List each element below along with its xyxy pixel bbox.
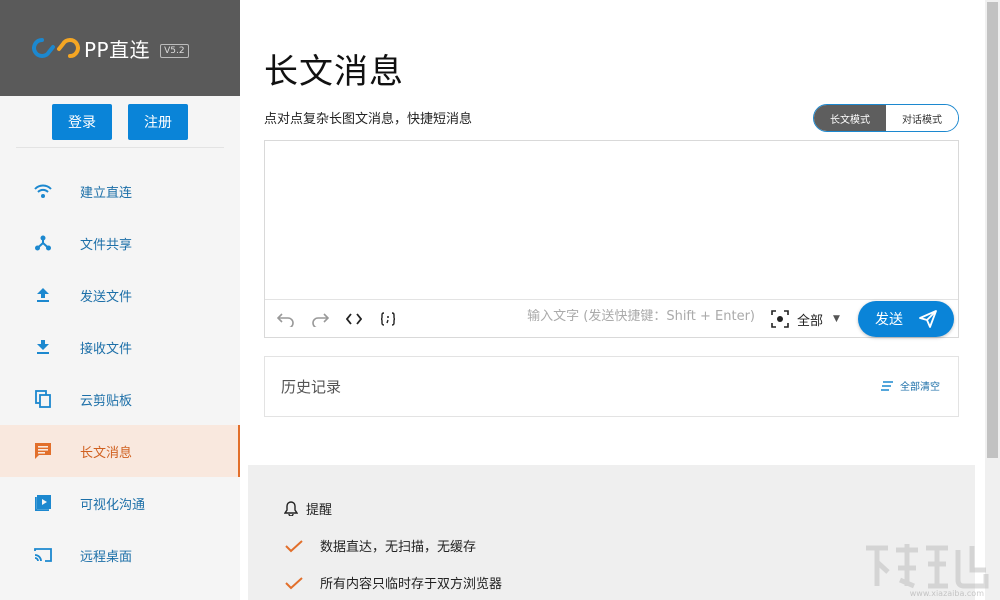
message-icon bbox=[34, 442, 52, 460]
version-badge: V5.2 bbox=[160, 44, 189, 58]
clear-list-icon bbox=[881, 380, 893, 391]
main-content: 长文消息 点对点复杂长图文消息，快捷短消息 长文模式 对话模式 全部 ▼ bbox=[240, 0, 985, 600]
copy-icon bbox=[34, 390, 52, 408]
sidebar-item-label: 远程桌面 bbox=[80, 549, 133, 565]
register-button[interactable]: 注册 bbox=[128, 104, 188, 140]
sidebar-item-receive-file[interactable]: 接收文件 bbox=[0, 321, 240, 373]
upload-icon bbox=[34, 286, 52, 304]
chat-mode-tab[interactable]: 对话模式 bbox=[886, 105, 958, 131]
notice-panel: 提醒 数据直达，无扫描，无缓存 所有内容只临时存于双方浏览器 bbox=[248, 465, 975, 600]
sidebar-item-send-file[interactable]: 发送文件 bbox=[0, 269, 240, 321]
video-icon bbox=[34, 494, 52, 512]
history-panel: 历史记录 全部清空 bbox=[264, 356, 959, 417]
share-nodes-icon bbox=[34, 234, 52, 252]
redo-icon[interactable] bbox=[303, 302, 337, 336]
send-label: 发送 bbox=[875, 311, 903, 327]
sidebar-item-file-share[interactable]: 文件共享 bbox=[0, 217, 240, 269]
scope-label: 全部 bbox=[797, 313, 824, 329]
sidebar-nav: 建立直连 文件共享 发送文件 接收文件 云剪贴板 长文消息 可视化沟通 远程桌面 bbox=[0, 165, 240, 581]
check-icon bbox=[285, 576, 303, 589]
sidebar-item-visual-chat[interactable]: 可视化沟通 bbox=[0, 477, 240, 529]
clear-all-label: 全部清空 bbox=[900, 382, 940, 393]
sidebar-item-label: 云剪贴板 bbox=[80, 393, 133, 409]
sidebar-item-label: 发送文件 bbox=[80, 289, 133, 305]
auth-buttons: 登录 注册 bbox=[16, 96, 224, 148]
wifi-icon bbox=[34, 182, 52, 200]
send-button[interactable]: 发送 bbox=[858, 301, 954, 337]
brand-header: PP直连 V5.2 bbox=[0, 0, 240, 96]
scope-dropdown[interactable]: 全部 ▼ bbox=[771, 306, 840, 332]
undo-icon[interactable] bbox=[269, 302, 303, 336]
cast-icon bbox=[34, 546, 52, 564]
page-title: 长文消息 bbox=[264, 52, 404, 92]
sidebar-item-cloud-clipboard[interactable]: 云剪贴板 bbox=[0, 373, 240, 425]
message-textarea[interactable] bbox=[265, 141, 958, 301]
clear-all-button[interactable]: 全部清空 bbox=[880, 378, 940, 393]
editor-toolbar: 全部 ▼ 发送 bbox=[265, 299, 958, 337]
history-title: 历史记录 bbox=[281, 378, 342, 396]
sidebar-item-label: 文件共享 bbox=[80, 237, 133, 253]
notice-item-text: 所有内容只临时存于双方浏览器 bbox=[320, 577, 503, 592]
notice-title: 提醒 bbox=[284, 499, 975, 518]
notice-item-text: 数据直达，无扫描，无缓存 bbox=[320, 540, 477, 555]
check-icon bbox=[285, 539, 303, 552]
brand-logo-icon bbox=[32, 38, 80, 58]
bell-icon bbox=[284, 501, 298, 516]
scrollbar-thumb[interactable] bbox=[987, 2, 998, 458]
mode-toggle: 长文模式 对话模式 bbox=[813, 104, 959, 132]
sidebar: PP直连 V5.2 登录 注册 建立直连 文件共享 发送文件 接收文件 云剪贴板… bbox=[0, 0, 240, 600]
sidebar-item-remote-desktop[interactable]: 远程桌面 bbox=[0, 529, 240, 581]
code-block-icon[interactable] bbox=[371, 302, 405, 336]
sidebar-item-connect[interactable]: 建立直连 bbox=[0, 165, 240, 217]
notice-item: 所有内容只临时存于双方浏览器 bbox=[284, 573, 975, 592]
notice-item: 数据直达，无扫描，无缓存 bbox=[284, 536, 975, 555]
download-icon bbox=[34, 338, 52, 356]
quick-message-input[interactable] bbox=[515, 309, 755, 324]
sidebar-item-label: 长文消息 bbox=[80, 445, 133, 461]
sidebar-item-label: 建立直连 bbox=[80, 185, 133, 201]
brand-name: PP直连 bbox=[84, 37, 151, 62]
sidebar-item-label: 可视化沟通 bbox=[80, 497, 146, 513]
page-subtitle: 点对点复杂长图文消息，快捷短消息 bbox=[264, 112, 473, 127]
caret-down-icon: ▼ bbox=[833, 314, 840, 324]
message-editor: 全部 ▼ 发送 bbox=[264, 140, 959, 338]
login-button[interactable]: 登录 bbox=[52, 104, 112, 140]
sidebar-item-long-message[interactable]: 长文消息 bbox=[0, 425, 240, 477]
vertical-scrollbar[interactable] bbox=[985, 0, 1000, 600]
send-icon bbox=[919, 310, 937, 328]
notice-title-label: 提醒 bbox=[306, 503, 333, 518]
long-mode-tab[interactable]: 长文模式 bbox=[814, 105, 886, 131]
sidebar-item-label: 接收文件 bbox=[80, 341, 133, 357]
focus-target-icon bbox=[771, 310, 789, 328]
code-icon[interactable] bbox=[337, 302, 371, 336]
